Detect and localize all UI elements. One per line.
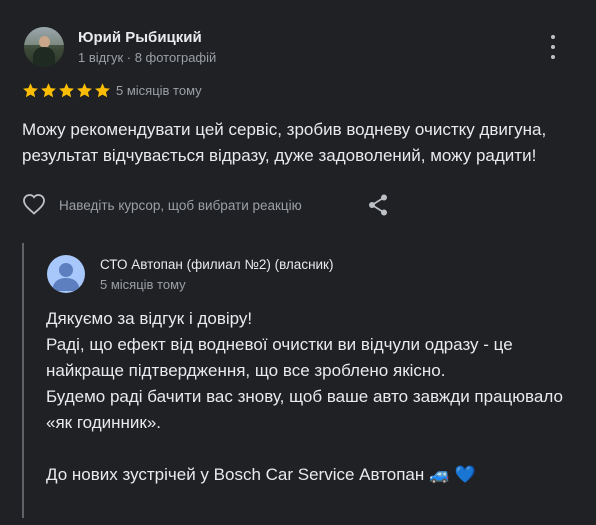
star-rating bbox=[22, 82, 111, 99]
star-icon bbox=[23, 83, 38, 98]
avatar-photo-body bbox=[33, 47, 55, 67]
owner-response-time: 5 місяців тому bbox=[100, 277, 186, 292]
owner-response-text: Дякуємо за відгук і довіру! Раді, що ефе… bbox=[46, 309, 563, 484]
like-button[interactable] bbox=[22, 193, 46, 215]
star-icon bbox=[95, 83, 110, 98]
share-button[interactable] bbox=[367, 193, 389, 217]
owner-name[interactable]: СТО Автопан (филиал №2) (власник) bbox=[100, 257, 333, 272]
review-text: Можу рекомендувати цей сервіс, зробив во… bbox=[22, 120, 547, 165]
more-vert-icon bbox=[551, 35, 555, 39]
share-icon bbox=[369, 194, 387, 216]
owner-avatar[interactable] bbox=[47, 255, 85, 293]
star-icon bbox=[41, 83, 56, 98]
star-icon bbox=[59, 83, 74, 98]
reviewer-avatar[interactable] bbox=[24, 27, 64, 67]
review-time: 5 місяців тому bbox=[116, 83, 202, 98]
owner-response: СТО Автопан (филиал №2) (власник) 5 міся… bbox=[22, 243, 584, 518]
star-icon bbox=[77, 83, 92, 98]
reviewer-name[interactable]: Юрий Рыбицкий bbox=[78, 29, 202, 46]
reviewer-meta: 1 відгук · 8 фотографій bbox=[78, 50, 217, 65]
reaction-hint: Наведіть курсор, щоб вибрати реакцію bbox=[59, 198, 302, 213]
heart-outline-icon bbox=[23, 194, 45, 215]
default-person-avatar-icon bbox=[52, 263, 80, 291]
more-options-button[interactable] bbox=[543, 35, 563, 59]
